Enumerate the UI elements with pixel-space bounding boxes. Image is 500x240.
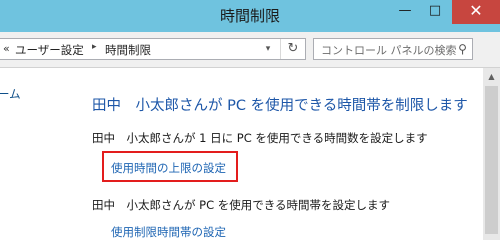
- address-dropdown-icon[interactable]: ▾: [258, 39, 278, 59]
- navigation-bar: « ユーザー設定 ▸ 時間制限 ▾ ↻ コントロール パネルの検索 ⚲: [0, 32, 500, 68]
- search-input[interactable]: コントロール パネルの検索 ⚲: [313, 38, 473, 60]
- time-limit-setting-link[interactable]: 使用時間の上限の設定: [111, 160, 226, 176]
- address-bar[interactable]: « ユーザー設定 ▸ 時間制限 ▾ ↻: [0, 38, 306, 60]
- hours-description: 田中 小太郎さんが 1 日に PC を使用できる時間数を設定します: [92, 131, 428, 145]
- sidebar-link-partial[interactable]: ーム: [0, 86, 21, 102]
- breadcrumb-separator-icon[interactable]: ▸: [92, 42, 97, 52]
- search-icon[interactable]: ⚲: [453, 39, 472, 59]
- search-placeholder: コントロール パネルの検索: [321, 44, 457, 57]
- schedule-setting-link[interactable]: 使用制限時間帯の設定: [111, 224, 226, 240]
- page-heading: 田中 小太郎さんが PC を使用できる時間帯を制限します: [92, 98, 468, 114]
- refresh-icon[interactable]: ↻: [280, 39, 305, 59]
- schedule-description: 田中 小太郎さんが PC を使用できる時間帯を設定します: [92, 198, 391, 212]
- scrollbar-thumb[interactable]: [485, 86, 498, 234]
- breadcrumb-time-limits[interactable]: 時間制限: [105, 42, 151, 58]
- close-button[interactable]: ✕: [452, 0, 500, 24]
- minimize-button[interactable]: —: [391, 0, 419, 24]
- breadcrumb-overflow-icon[interactable]: «: [3, 42, 10, 55]
- title-bar: 時間制限 — □ ✕: [0, 0, 500, 32]
- maximize-button[interactable]: □: [421, 0, 449, 24]
- scroll-up-icon[interactable]: ▲: [483, 68, 500, 85]
- breadcrumb-user-settings[interactable]: ユーザー設定: [15, 42, 84, 58]
- vertical-scrollbar[interactable]: ▲: [483, 68, 500, 240]
